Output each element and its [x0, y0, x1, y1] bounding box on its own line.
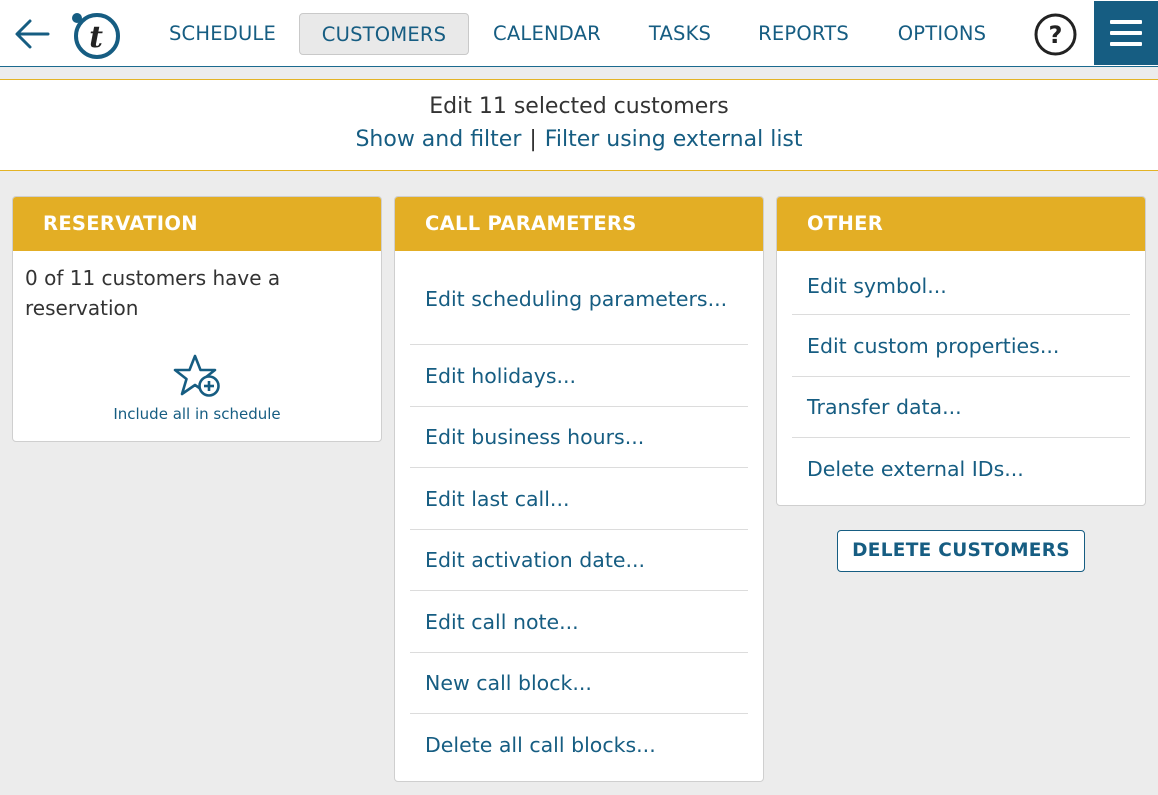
other-panel: OTHER Edit symbol... Edit custom propert… [776, 196, 1146, 506]
new-call-block-item[interactable]: New call block... [410, 653, 748, 714]
nav-tasks[interactable]: TASKS [640, 13, 720, 55]
star-plus-icon [173, 354, 220, 397]
edit-custom-properties-item[interactable]: Edit custom properties... [792, 315, 1130, 377]
svg-text:t: t [89, 20, 103, 55]
edit-activation-date-item[interactable]: Edit activation date... [410, 530, 748, 591]
delete-all-call-blocks-item[interactable]: Delete all call blocks... [410, 714, 748, 776]
other-panel-title: OTHER [777, 197, 1145, 251]
edit-scheduling-parameters-item[interactable]: Edit scheduling parameters... [410, 251, 748, 345]
nav-reports[interactable]: REPORTS [752, 13, 855, 55]
edit-holidays-item[interactable]: Edit holidays... [410, 345, 748, 407]
include-all-label: Include all in schedule [113, 405, 281, 423]
include-all-in-schedule-button[interactable]: Include all in schedule [13, 353, 381, 423]
edit-call-note-item[interactable]: Edit call note... [410, 591, 748, 653]
link-separator: | [529, 127, 537, 152]
nav-customers[interactable]: CUSTOMERS [299, 13, 469, 55]
hamburger-menu-icon[interactable] [1094, 1, 1158, 65]
edit-last-call-item[interactable]: Edit last call... [410, 468, 748, 530]
delete-external-ids-item[interactable]: Delete external IDs... [792, 438, 1130, 500]
nav-options[interactable]: OPTIONS [888, 13, 996, 55]
nav-calendar[interactable]: CALENDAR [487, 13, 607, 55]
filter-external-list-link[interactable]: Filter using external list [545, 127, 803, 152]
page-title: Edit 11 selected customers [429, 94, 729, 119]
help-icon[interactable]: ? [1034, 13, 1077, 56]
reservation-status-text: 0 of 11 customers have a reservation [25, 266, 281, 320]
transfer-data-item[interactable]: Transfer data... [792, 377, 1130, 438]
top-navigation-bar: t SCHEDULE CUSTOMERS CALENDAR TASKS REPO… [0, 0, 1158, 67]
app-logo-icon[interactable]: t [70, 10, 122, 60]
filter-links: Show and filter | Filter using external li… [0, 127, 1158, 152]
call-parameters-list: Edit scheduling parameters... Edit holid… [410, 251, 748, 776]
reservation-panel-title: RESERVATION [13, 197, 381, 251]
svg-text:?: ? [1049, 21, 1063, 49]
nav-schedule[interactable]: SCHEDULE [165, 13, 280, 55]
selection-header: Edit 11 selected customers Show and filt… [0, 79, 1158, 171]
show-and-filter-link[interactable]: Show and filter [355, 127, 521, 152]
edit-symbol-item[interactable]: Edit symbol... [792, 251, 1130, 315]
call-parameters-panel: CALL PARAMETERS Edit scheduling paramete… [394, 196, 764, 782]
reservation-panel: RESERVATION 0 of 11 customers have a res… [12, 196, 382, 442]
edit-business-hours-item[interactable]: Edit business hours... [410, 407, 748, 468]
other-list: Edit symbol... Edit custom properties...… [792, 251, 1130, 500]
back-arrow-icon[interactable] [12, 14, 52, 54]
call-parameters-panel-title: CALL PARAMETERS [395, 197, 763, 251]
delete-customers-button[interactable]: DELETE CUSTOMERS [837, 530, 1085, 572]
